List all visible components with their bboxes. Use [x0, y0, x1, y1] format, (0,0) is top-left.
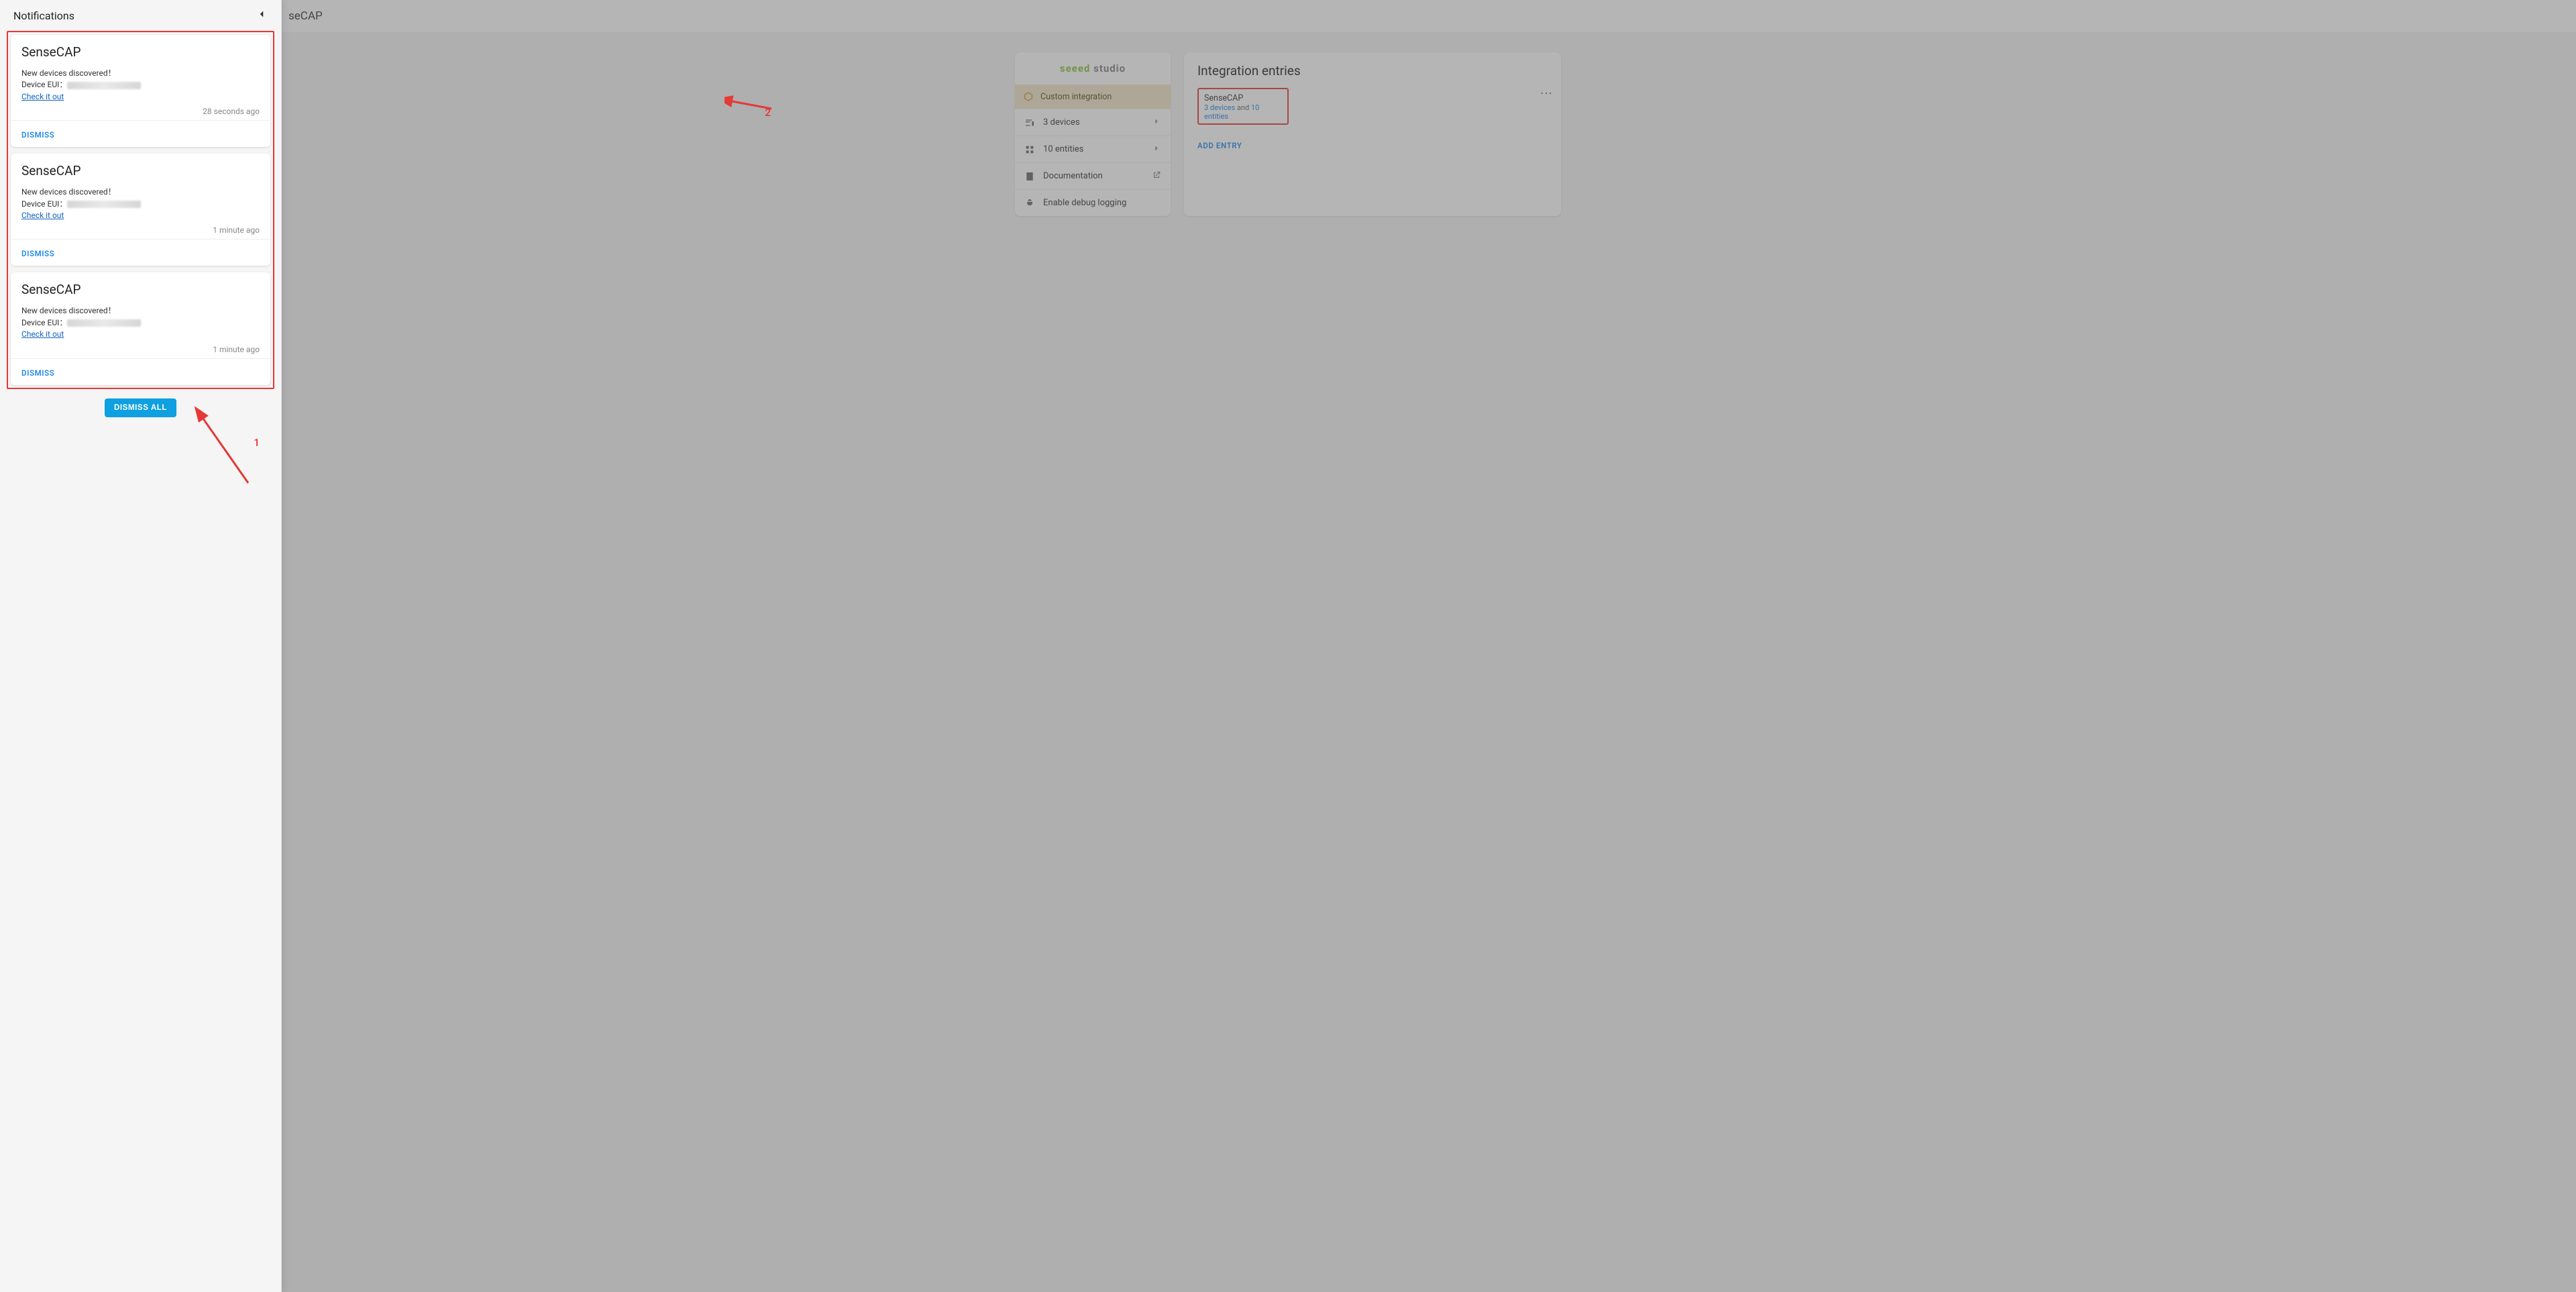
- integration-info-card: seeed studio Custom integration 3 device…: [1015, 52, 1171, 216]
- add-entry-button[interactable]: ADD ENTRY: [1197, 141, 1548, 150]
- dismiss-all-row: DISMISS ALL: [7, 398, 274, 417]
- check-it-out-link[interactable]: Check it out: [21, 211, 64, 220]
- integration-entries-card: Integration entries SenseCAP 3 devices a…: [1184, 52, 1561, 216]
- package-icon: [1023, 91, 1034, 102]
- seeed-studio-logo: seeed studio: [1060, 62, 1126, 74]
- integration-page: seCAP seeed studio Custom integration 3 …: [0, 0, 2576, 1292]
- custom-integration-badge: Custom integration: [1015, 85, 1171, 109]
- info-row-entities[interactable]: 10 entities: [1015, 136, 1171, 162]
- notification-card: SenseCAP New devices discovered！ Device …: [11, 154, 270, 266]
- brand-logo: seeed studio: [1015, 52, 1171, 85]
- dismiss-button[interactable]: DISMISS: [21, 249, 54, 258]
- dismiss-all-button[interactable]: DISMISS ALL: [105, 398, 176, 417]
- breadcrumb-fragment: seCAP: [288, 9, 323, 23]
- notification-title: SenseCAP: [21, 163, 260, 178]
- notification-card: SenseCAP New devices discovered！ Device …: [11, 35, 270, 147]
- notifications-panel: Notifications SenseCAP New devices disco…: [0, 0, 282, 1292]
- notification-title: SenseCAP: [21, 282, 260, 297]
- back-button[interactable]: [256, 7, 268, 23]
- notifications-highlight-box: SenseCAP New devices discovered！ Device …: [7, 31, 274, 389]
- page-header: seCAP: [0, 0, 2576, 32]
- dismiss-button[interactable]: DISMISS: [21, 368, 54, 378]
- entry-name: SenseCAP: [1204, 93, 1282, 103]
- notification-line1: New devices discovered！: [21, 186, 260, 198]
- info-row-label: Documentation: [1043, 171, 1144, 181]
- info-row-devices[interactable]: 3 devices: [1015, 109, 1171, 136]
- notification-line1: New devices discovered！: [21, 68, 260, 79]
- info-row-label: 3 devices: [1043, 117, 1144, 127]
- info-row-documentation[interactable]: Documentation: [1015, 162, 1171, 189]
- chevron-right-icon: [1152, 144, 1161, 156]
- entries-title: Integration entries: [1197, 63, 1548, 78]
- entities-icon: [1024, 144, 1035, 155]
- notification-timestamp: 28 seconds ago: [21, 107, 260, 116]
- notification-timestamp: 1 minute ago: [21, 225, 260, 235]
- notification-card: SenseCAP New devices discovered！ Device …: [11, 272, 270, 384]
- notification-title: SenseCAP: [21, 44, 260, 60]
- open-external-icon: [1152, 170, 1161, 182]
- check-it-out-link[interactable]: Check it out: [21, 92, 64, 101]
- notification-line1: New devices discovered！: [21, 305, 260, 317]
- notifications-title: Notifications: [13, 9, 256, 22]
- notification-eui-line: Device EUI：: [21, 317, 260, 329]
- redacted-eui: [67, 319, 141, 327]
- info-row-label: 10 entities: [1043, 144, 1144, 154]
- chevron-right-icon: [1152, 117, 1161, 129]
- notification-eui-line: Device EUI：: [21, 199, 260, 210]
- custom-integration-label: Custom integration: [1040, 92, 1112, 102]
- dismiss-button[interactable]: DISMISS: [21, 130, 54, 140]
- info-row-label: Enable debug logging: [1043, 198, 1161, 208]
- book-icon: [1024, 171, 1035, 182]
- notification-eui-line: Device EUI：: [21, 79, 260, 91]
- entry-more-menu[interactable]: ⋮: [1539, 87, 1553, 99]
- redacted-eui: [67, 82, 141, 89]
- check-it-out-link[interactable]: Check it out: [21, 329, 64, 339]
- entry-sensecap[interactable]: SenseCAP 3 devices and 10 entities: [1197, 88, 1289, 125]
- entry-sub: 3 devices and 10 entities: [1204, 103, 1282, 121]
- notification-timestamp: 1 minute ago: [21, 345, 260, 354]
- notifications-header: Notifications: [7, 0, 274, 31]
- entry-devices-link[interactable]: 3 devices: [1204, 103, 1235, 112]
- info-row-debug[interactable]: Enable debug logging: [1015, 189, 1171, 216]
- devices-icon: [1024, 117, 1035, 128]
- bug-icon: [1024, 198, 1035, 209]
- redacted-eui: [67, 201, 141, 208]
- page-body: seeed studio Custom integration 3 device…: [0, 32, 2576, 216]
